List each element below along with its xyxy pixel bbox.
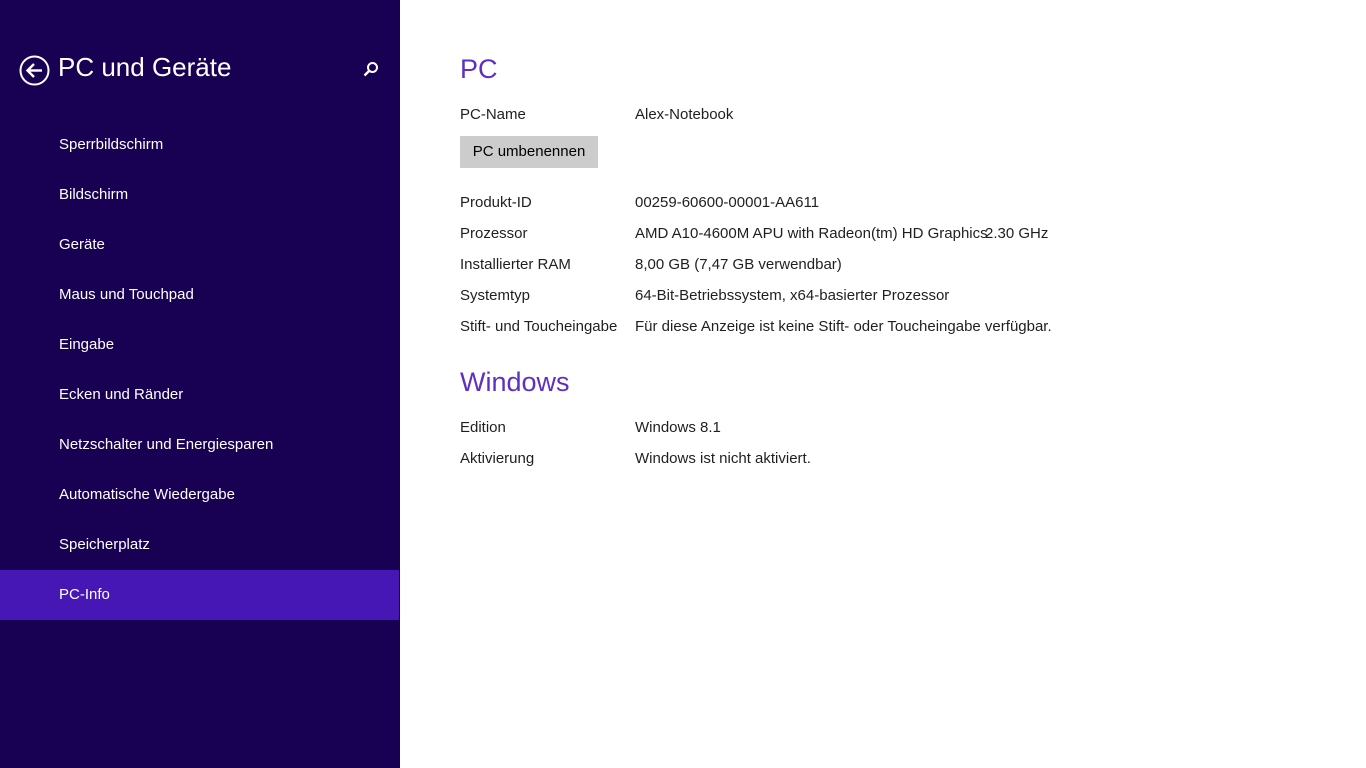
main-content: PC PC-Name Alex-Notebook PC umbenennen P… <box>460 0 1340 768</box>
edition-value: Windows 8.1 <box>635 419 721 436</box>
back-button[interactable] <box>19 55 50 86</box>
edition-label: Edition <box>460 419 506 436</box>
search-icon <box>363 62 378 77</box>
search-button[interactable] <box>361 60 381 80</box>
sidebar-item-sperrbildschirm[interactable]: Sperrbildschirm <box>0 120 399 170</box>
pen-touch-value: Für diese Anzeige ist keine Stift- oder … <box>635 318 1052 335</box>
activation-label: Aktivierung <box>460 450 535 467</box>
sidebar-header: PC und Geräte <box>0 48 400 92</box>
sidebar-item-automatische-wiedergabe[interactable]: Automatische Wiedergabe <box>0 470 399 520</box>
activation-value: Windows ist nicht aktiviert. <box>635 450 811 467</box>
section-title-windows: Windows <box>460 367 570 397</box>
sidebar-item-maus-und-touchpad[interactable]: Maus und Touchpad <box>0 270 399 320</box>
sidebar-item-pc-info[interactable]: PC-Info <box>0 570 399 620</box>
sidebar-item-netzschalter[interactable]: Netzschalter und Energiesparen <box>0 420 399 470</box>
system-type-value: 64-Bit-Betriebssystem, x64-basierter Pro… <box>635 287 950 304</box>
pc-name-value: Alex-Notebook <box>635 106 734 123</box>
section-title-pc: PC <box>460 54 498 84</box>
sidebar-item-eingabe[interactable]: Eingabe <box>0 320 399 370</box>
system-type-label: Systemtyp <box>460 287 531 304</box>
processor-value: AMD A10-4600M APU with Radeon(tm) HD Gra… <box>635 225 988 242</box>
product-id-label: Produkt-ID <box>460 194 532 211</box>
rename-pc-button[interactable]: PC umbenennen <box>460 136 598 168</box>
pen-touch-label: Stift- und Toucheingabe <box>460 318 618 335</box>
sidebar-item-speicherplatz[interactable]: Speicherplatz <box>0 520 399 570</box>
sidebar-item-geraete[interactable]: Geräte <box>0 220 399 270</box>
ram-label: Installierter RAM <box>460 256 571 273</box>
sidebar-item-ecken-und-raender[interactable]: Ecken und Ränder <box>0 370 399 420</box>
page-title: PC und Geräte <box>58 52 232 82</box>
sidebar-nav: Sperrbildschirm Bildschirm Geräte Maus u… <box>0 120 399 620</box>
pc-name-label: PC-Name <box>460 106 526 123</box>
sidebar-item-bildschirm[interactable]: Bildschirm <box>0 170 399 220</box>
ram-value: 8,00 GB (7,47 GB verwendbar) <box>635 256 842 273</box>
product-id-value: 00259-60600-00001-AA611 <box>635 194 820 211</box>
processor-label: Prozessor <box>460 225 528 242</box>
processor-speed: 2.30 GHz <box>985 225 1049 242</box>
sidebar: PC und Geräte Sperrbildschirm Bildschirm… <box>0 0 400 768</box>
back-arrow-circle-icon <box>19 55 50 86</box>
